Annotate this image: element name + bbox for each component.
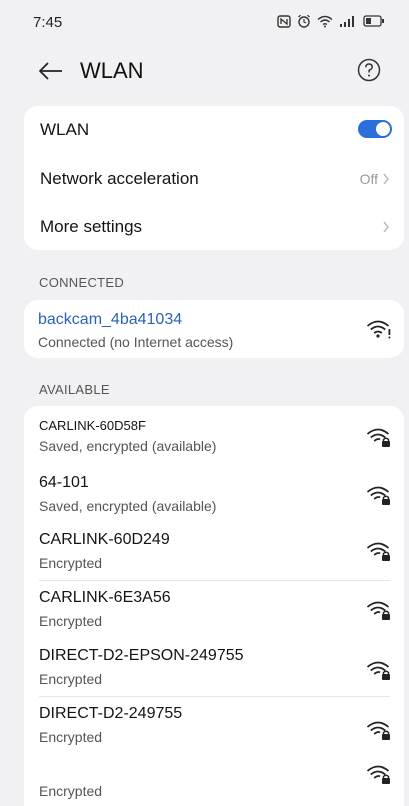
- connected-network-card[interactable]: backcam_4ba41034 Connected (no Internet …: [24, 300, 404, 358]
- chevron-right-icon: [383, 173, 389, 185]
- network-status: Encrypted: [39, 555, 103, 571]
- network-status: Saved, encrypted (available): [39, 498, 217, 514]
- status-icons: [277, 14, 385, 28]
- signal-icon: [340, 16, 354, 27]
- network-acceleration-value: Off: [359, 171, 378, 187]
- network-acceleration-value-group: Off: [360, 171, 390, 187]
- network-status: Encrypted: [39, 783, 103, 799]
- more-settings-label: More settings: [40, 217, 143, 236]
- network-name: CARLINK-60D58F: [39, 418, 146, 433]
- help-button[interactable]: [355, 56, 383, 84]
- wifi-locked-icon: [366, 428, 390, 447]
- network-status: Encrypted: [39, 671, 103, 687]
- wlan-toggle-row[interactable]: WLAN: [24, 106, 404, 152]
- wlan-label: WLAN: [40, 120, 90, 139]
- network-item[interactable]: DIRECT-D2-EPSON-249755 Encrypted: [24, 639, 404, 697]
- network-item[interactable]: CARLINK-60D249 Encrypted: [24, 524, 404, 580]
- network-name: CARLINK-60D249: [39, 531, 170, 548]
- alarm-icon: [298, 14, 310, 28]
- network-item[interactable]: CARLINK-6E3A56 Encrypted: [24, 581, 404, 639]
- network-status: Encrypted: [39, 729, 103, 745]
- network-name: DIRECT-D2-EPSON-249755: [39, 647, 244, 664]
- battery-icon: [363, 15, 384, 27]
- toggle-knob: [376, 122, 390, 136]
- network-item[interactable]: CARLINK-60D58F Saved, encrypted (availab…: [24, 406, 404, 462]
- wlan-toggle[interactable]: [358, 120, 392, 138]
- wifi-locked-icon: [366, 661, 390, 680]
- available-networks-card: CARLINK-60D58F Saved, encrypted (availab…: [24, 406, 404, 806]
- app-bar: WLAN: [0, 48, 409, 92]
- network-item[interactable]: 64-101 Saved, encrypted (available): [24, 468, 404, 524]
- wifi-locked-icon: [366, 486, 390, 505]
- network-acceleration-row[interactable]: Network acceleration Off: [24, 154, 404, 202]
- wifi-locked-icon: [366, 721, 390, 740]
- wifi-status-icon: [317, 15, 333, 27]
- network-status: Saved, encrypted (available): [39, 438, 217, 454]
- settings-card: WLAN Network acceleration Off More setti…: [24, 106, 404, 250]
- network-name: 64-101: [39, 474, 89, 491]
- wifi-locked-icon: [366, 542, 390, 561]
- available-header: AVAILABLE: [39, 382, 110, 397]
- wifi-no-internet-icon: [366, 320, 391, 339]
- network-name: DIRECT-D2-249755: [39, 705, 183, 722]
- help-icon: [357, 58, 381, 82]
- network-item[interactable]: DIRECT-D2-249755 Encrypted: [24, 697, 404, 757]
- back-button[interactable]: [36, 56, 66, 86]
- connected-network-status: Connected (no Internet access): [38, 334, 234, 350]
- wifi-locked-icon: [366, 601, 390, 620]
- more-settings-row[interactable]: More settings: [24, 204, 404, 250]
- page-title: WLAN: [80, 58, 144, 83]
- status-time: 7:45: [33, 14, 63, 31]
- chevron-right-icon: [383, 221, 389, 233]
- connected-header: CONNECTED: [39, 275, 125, 290]
- status-bar: 7:45: [0, 0, 409, 40]
- network-acceleration-label: Network acceleration: [40, 169, 199, 188]
- more-settings-chevron: [382, 221, 390, 233]
- wifi-locked-icon: [366, 765, 390, 784]
- nfc-icon: [277, 14, 291, 28]
- network-status: Encrypted: [39, 613, 103, 629]
- connected-network-name: backcam_4ba41034: [38, 311, 183, 328]
- back-arrow-icon: [39, 62, 62, 80]
- network-name: CARLINK-6E3A56: [39, 589, 171, 606]
